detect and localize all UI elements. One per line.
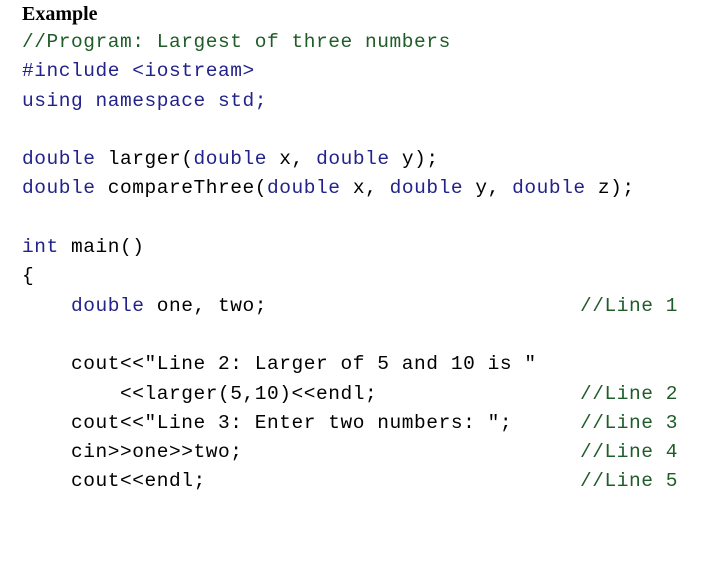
code-line: double compareThree(double x, double y, … bbox=[0, 174, 720, 203]
code-keyword: double bbox=[22, 177, 96, 200]
code-line-text: double one, two; bbox=[22, 292, 267, 321]
code-line-text: cout<<endl; bbox=[22, 470, 206, 493]
code-line-text: double larger(double x, double y); bbox=[22, 145, 439, 174]
code-identifier: compareThree( bbox=[95, 177, 268, 200]
code-line: #include <iostream> bbox=[0, 57, 720, 86]
code-line: <<larger(5,10)<<endl; //Line 2 bbox=[0, 380, 720, 409]
code-line-text: double compareThree(double x, double y, … bbox=[22, 174, 635, 203]
code-line-text: <<larger(5,10)<<endl; bbox=[22, 382, 378, 405]
code-keyword: double bbox=[22, 148, 96, 171]
code-line: double larger(double x, double y); bbox=[0, 145, 720, 174]
code-line-text: { bbox=[22, 265, 35, 288]
code-line: int main() bbox=[0, 233, 720, 262]
code-keyword: int bbox=[22, 236, 59, 259]
code-identifier: y, bbox=[463, 177, 513, 200]
code-line-text: using namespace std; bbox=[22, 89, 268, 112]
code-line-text: cout<<"Line 3: Enter two numbers: "; bbox=[22, 411, 513, 434]
code-trailing-comment: //Line 5 bbox=[580, 470, 679, 493]
code-line: using namespace std; bbox=[0, 87, 720, 116]
code-identifier: x, bbox=[267, 148, 317, 171]
code-identifier: main() bbox=[58, 236, 145, 259]
code-keyword: double bbox=[316, 148, 390, 171]
code-keyword: double bbox=[389, 177, 464, 200]
code-listing: //Program: Largest of three numbers #inc… bbox=[0, 28, 720, 497]
code-keyword: double bbox=[267, 177, 341, 200]
code-keyword: double bbox=[193, 148, 268, 171]
code-keyword: double bbox=[512, 177, 586, 200]
code-identifier: x, bbox=[340, 177, 390, 200]
code-identifier: y); bbox=[389, 148, 439, 171]
page-title: Example bbox=[22, 3, 98, 25]
code-trailing-comment: //Line 3 bbox=[580, 411, 679, 434]
code-line-text: cout<<"Line 2: Larger of 5 and 10 is " bbox=[22, 353, 537, 376]
code-line: cin>>one>>two; //Line 4 bbox=[0, 438, 720, 467]
code-identifier: larger( bbox=[95, 148, 194, 171]
code-trailing-comment: //Line 1 bbox=[580, 294, 679, 317]
code-line: { bbox=[0, 262, 720, 291]
slide-canvas: Example //Program: Largest of three numb… bbox=[0, 0, 720, 540]
code-line: //Program: Largest of three numbers bbox=[0, 28, 720, 57]
code-line-text: cin>>one>>two; bbox=[22, 441, 243, 464]
code-identifier: z); bbox=[585, 177, 635, 200]
code-trailing-comment: //Line 2 bbox=[580, 382, 679, 405]
code-line: cout<<"Line 3: Enter two numbers: "; //L… bbox=[0, 409, 720, 438]
code-line-text: //Program: Largest of three numbers bbox=[22, 31, 451, 53]
code-line: cout<<endl; //Line 5 bbox=[0, 467, 720, 496]
code-keyword: double bbox=[71, 294, 145, 317]
code-line-text: int main() bbox=[22, 233, 145, 262]
code-trailing-comment: //Line 4 bbox=[580, 441, 679, 464]
code-line: double one, two; //Line 1 bbox=[0, 292, 720, 321]
code-identifier: one, two; bbox=[144, 294, 268, 317]
code-line-text: #include <iostream> bbox=[22, 60, 255, 83]
code-line: cout<<"Line 2: Larger of 5 and 10 is " bbox=[0, 350, 720, 379]
